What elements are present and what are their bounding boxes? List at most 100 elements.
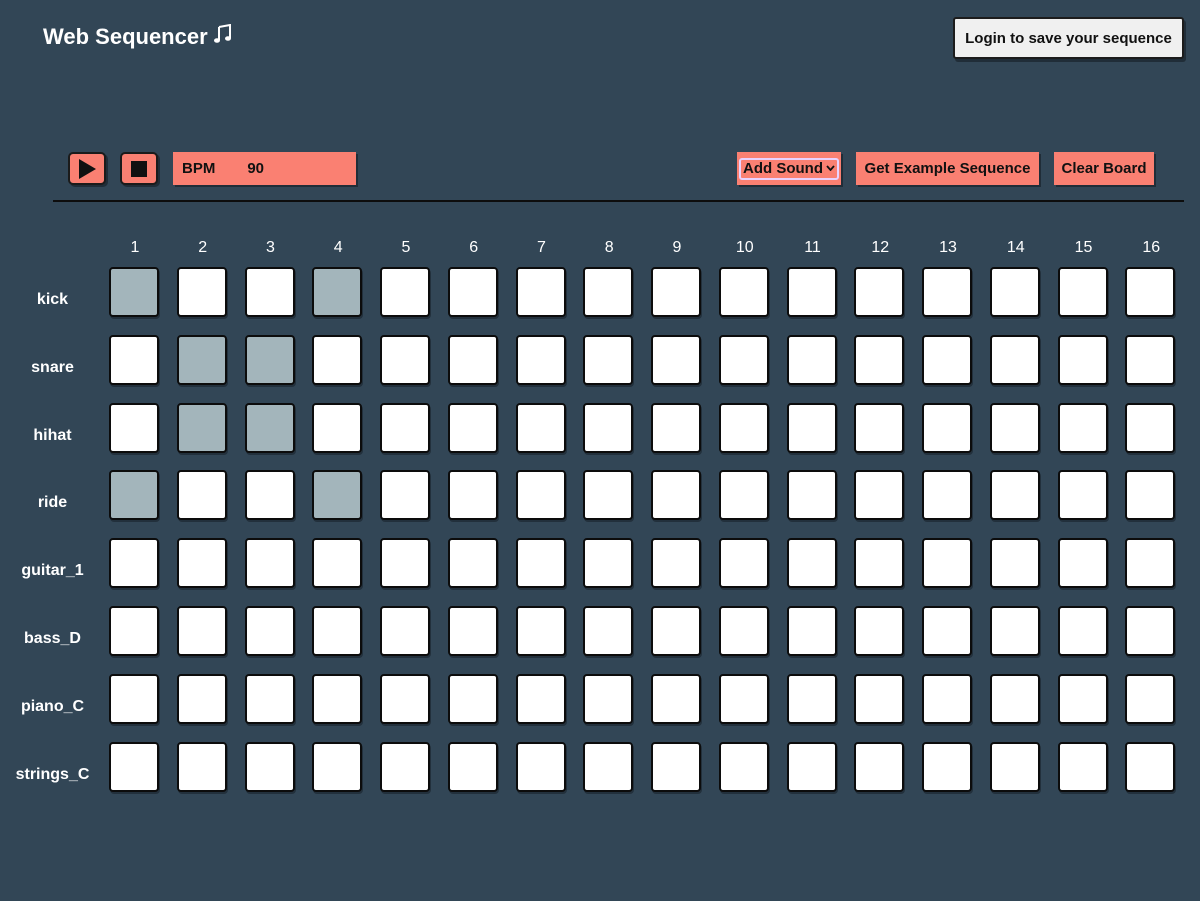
step-cell[interactable] — [448, 742, 498, 792]
step-cell[interactable] — [109, 606, 159, 656]
step-cell[interactable] — [990, 606, 1040, 656]
step-cell[interactable] — [1058, 335, 1108, 385]
step-cell[interactable] — [312, 470, 362, 520]
step-cell[interactable] — [719, 538, 769, 588]
step-cell[interactable] — [651, 335, 701, 385]
step-cell[interactable] — [1058, 403, 1108, 453]
step-cell[interactable] — [380, 335, 430, 385]
step-cell[interactable] — [1125, 538, 1175, 588]
clear-board-button[interactable]: Clear Board — [1054, 152, 1154, 185]
step-cell[interactable] — [1058, 267, 1108, 317]
step-cell[interactable] — [380, 267, 430, 317]
step-cell[interactable] — [854, 674, 904, 724]
step-cell[interactable] — [109, 674, 159, 724]
step-cell[interactable] — [990, 335, 1040, 385]
step-cell[interactable] — [719, 267, 769, 317]
step-cell[interactable] — [583, 674, 633, 724]
step-cell[interactable] — [245, 403, 295, 453]
step-cell[interactable] — [312, 538, 362, 588]
step-cell[interactable] — [583, 403, 633, 453]
step-cell[interactable] — [1125, 742, 1175, 792]
bpm-input[interactable] — [247, 160, 328, 177]
step-cell[interactable] — [651, 267, 701, 317]
step-cell[interactable] — [583, 538, 633, 588]
step-cell[interactable] — [787, 606, 837, 656]
step-cell[interactable] — [516, 335, 566, 385]
step-cell[interactable] — [312, 742, 362, 792]
step-cell[interactable] — [719, 742, 769, 792]
step-cell[interactable] — [583, 267, 633, 317]
step-cell[interactable] — [109, 267, 159, 317]
step-cell[interactable] — [516, 403, 566, 453]
step-cell[interactable] — [990, 267, 1040, 317]
step-cell[interactable] — [854, 538, 904, 588]
step-cell[interactable] — [516, 742, 566, 792]
step-cell[interactable] — [787, 674, 837, 724]
step-cell[interactable] — [719, 335, 769, 385]
step-cell[interactable] — [651, 470, 701, 520]
step-cell[interactable] — [516, 674, 566, 724]
step-cell[interactable] — [109, 742, 159, 792]
step-cell[interactable] — [990, 674, 1040, 724]
step-cell[interactable] — [651, 742, 701, 792]
step-cell[interactable] — [719, 403, 769, 453]
step-cell[interactable] — [787, 335, 837, 385]
step-cell[interactable] — [177, 335, 227, 385]
step-cell[interactable] — [312, 606, 362, 656]
step-cell[interactable] — [651, 403, 701, 453]
step-cell[interactable] — [245, 470, 295, 520]
add-sound-select[interactable]: Add Sound — [739, 157, 839, 180]
step-cell[interactable] — [854, 606, 904, 656]
step-cell[interactable] — [787, 470, 837, 520]
step-cell[interactable] — [922, 335, 972, 385]
step-cell[interactable] — [380, 470, 430, 520]
step-cell[interactable] — [1125, 606, 1175, 656]
step-cell[interactable] — [854, 403, 904, 453]
step-cell[interactable] — [177, 674, 227, 724]
step-cell[interactable] — [854, 335, 904, 385]
step-cell[interactable] — [719, 470, 769, 520]
step-cell[interactable] — [245, 335, 295, 385]
step-cell[interactable] — [109, 470, 159, 520]
step-cell[interactable] — [990, 403, 1040, 453]
step-cell[interactable] — [177, 470, 227, 520]
step-cell[interactable] — [990, 538, 1040, 588]
step-cell[interactable] — [448, 335, 498, 385]
step-cell[interactable] — [448, 674, 498, 724]
play-button[interactable] — [68, 152, 106, 185]
step-cell[interactable] — [312, 335, 362, 385]
step-cell[interactable] — [245, 742, 295, 792]
step-cell[interactable] — [177, 742, 227, 792]
step-cell[interactable] — [719, 606, 769, 656]
step-cell[interactable] — [448, 403, 498, 453]
step-cell[interactable] — [245, 674, 295, 724]
step-cell[interactable] — [380, 674, 430, 724]
stop-button[interactable] — [120, 152, 158, 185]
step-cell[interactable] — [854, 742, 904, 792]
step-cell[interactable] — [1125, 267, 1175, 317]
step-cell[interactable] — [245, 538, 295, 588]
step-cell[interactable] — [922, 606, 972, 656]
step-cell[interactable] — [922, 267, 972, 317]
step-cell[interactable] — [922, 742, 972, 792]
step-cell[interactable] — [787, 742, 837, 792]
step-cell[interactable] — [990, 742, 1040, 792]
step-cell[interactable] — [516, 470, 566, 520]
step-cell[interactable] — [109, 538, 159, 588]
step-cell[interactable] — [787, 267, 837, 317]
step-cell[interactable] — [448, 606, 498, 656]
step-cell[interactable] — [583, 606, 633, 656]
step-cell[interactable] — [516, 267, 566, 317]
step-cell[interactable] — [854, 470, 904, 520]
step-cell[interactable] — [651, 606, 701, 656]
step-cell[interactable] — [922, 470, 972, 520]
step-cell[interactable] — [651, 538, 701, 588]
step-cell[interactable] — [787, 538, 837, 588]
step-cell[interactable] — [109, 403, 159, 453]
step-cell[interactable] — [719, 674, 769, 724]
step-cell[interactable] — [312, 267, 362, 317]
step-cell[interactable] — [177, 403, 227, 453]
step-cell[interactable] — [380, 606, 430, 656]
step-cell[interactable] — [1058, 470, 1108, 520]
step-cell[interactable] — [1125, 470, 1175, 520]
